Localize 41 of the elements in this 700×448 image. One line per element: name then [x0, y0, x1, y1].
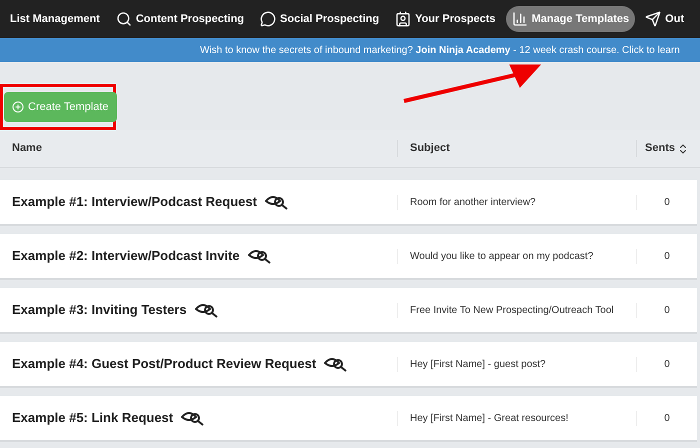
- nav-tab[interactable]: Out: [639, 6, 690, 32]
- chat-bubble-icon: [260, 11, 276, 27]
- eye-search-icon[interactable]: [324, 356, 348, 372]
- bar-chart-icon: [512, 11, 528, 27]
- column-header: Subject: [397, 140, 636, 157]
- plus-circle-icon: [12, 101, 24, 113]
- template-row[interactable]: Example #5: Link Request Hey [First Name] - Great resources! 0: [0, 396, 697, 442]
- eye-search-icon[interactable]: [248, 248, 272, 264]
- template-row[interactable]: Example #4: Guest Post/Product Review Request Hey [First Name] - guest post? 0: [0, 342, 697, 388]
- nav-tab[interactable]: Your Prospects: [389, 6, 502, 32]
- subject-cell: Room for another interview?: [397, 194, 636, 210]
- search-icon: [116, 11, 132, 27]
- template-row[interactable]: Example #3: Inviting Testers Free Invite To New Prospecting/Outreach Tool 0: [0, 288, 697, 334]
- nav-tab[interactable]: Manage Templates: [506, 6, 636, 32]
- sents-cell: 0: [636, 302, 697, 318]
- nav-tab[interactable]: Social Prospecting: [254, 6, 386, 32]
- sents-cell: 0: [636, 410, 697, 426]
- nav-tab[interactable]: List Management: [4, 6, 106, 32]
- template-row[interactable]: Example #2: Interview/Podcast Invite Would you like to appear on my podcast? 0: [0, 234, 697, 280]
- paper-plane-icon: [645, 11, 662, 27]
- template-name: Example #3: Inviting Testers: [12, 301, 187, 320]
- eye-search-icon[interactable]: [194, 302, 219, 318]
- announcement-banner[interactable]: Wish to know the secrets of inbound marketing? Join Ninja Academy - 12 week crash course. Click to learn: [0, 38, 700, 62]
- contact-book-icon: [395, 11, 412, 27]
- subject-cell: Hey [First Name] - guest post?: [397, 356, 636, 372]
- sents-cell: 0: [636, 356, 697, 372]
- template-row[interactable]: Example #1: Interview/Podcast Request Room for another interview? 0: [0, 180, 697, 226]
- nav-tab[interactable]: Content Prospecting: [110, 6, 250, 32]
- sents-cell: 0: [636, 194, 697, 210]
- column-header[interactable]: Sents: [636, 140, 697, 157]
- subject-cell: Would you like to appear on my podcast?: [397, 248, 636, 264]
- template-name: Example #5: Link Request: [12, 409, 174, 428]
- eye-search-icon[interactable]: [264, 194, 289, 210]
- column-header: Name: [11, 141, 43, 156]
- subject-cell: Hey [First Name] - Great resources!: [397, 410, 636, 426]
- eye-search-icon[interactable]: [181, 410, 206, 426]
- template-name: Example #2: Interview/Podcast Invite: [12, 247, 240, 266]
- subject-cell: Free Invite To New Prospecting/Outreach Tool: [397, 302, 636, 318]
- template-name: Example #1: Interview/Podcast Request: [12, 193, 257, 212]
- template-name: Example #4: Guest Post/Product Review Request: [12, 355, 316, 374]
- sents-cell: 0: [636, 248, 697, 264]
